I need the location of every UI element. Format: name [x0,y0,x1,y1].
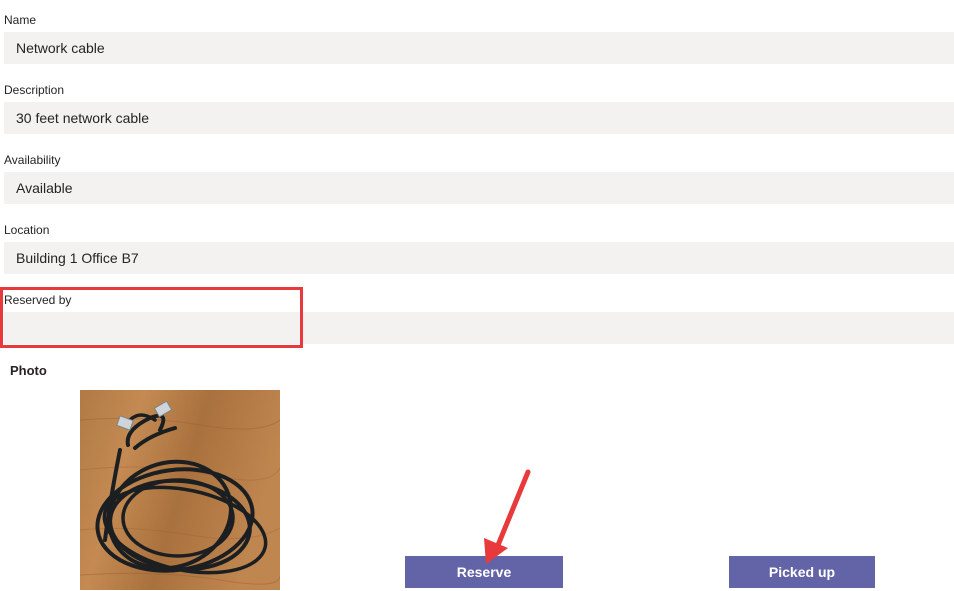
reserved-by-field[interactable] [4,312,954,344]
photo-heading: Photo [10,363,47,378]
name-field[interactable]: Network cable [4,32,954,64]
reserve-button[interactable]: Reserve [405,556,563,588]
location-field[interactable]: Building 1 Office B7 [4,242,954,274]
location-label: Location [4,223,50,237]
name-label: Name [4,13,37,27]
description-label: Description [4,83,65,97]
reserved-by-label: Reserved by [4,293,72,307]
network-cable-photo [80,390,280,590]
picked-up-button[interactable]: Picked up [729,556,875,588]
availability-label: Availability [4,153,61,167]
photo-image [80,390,280,590]
description-field[interactable]: 30 feet network cable [4,102,954,134]
availability-field[interactable]: Available [4,172,954,204]
